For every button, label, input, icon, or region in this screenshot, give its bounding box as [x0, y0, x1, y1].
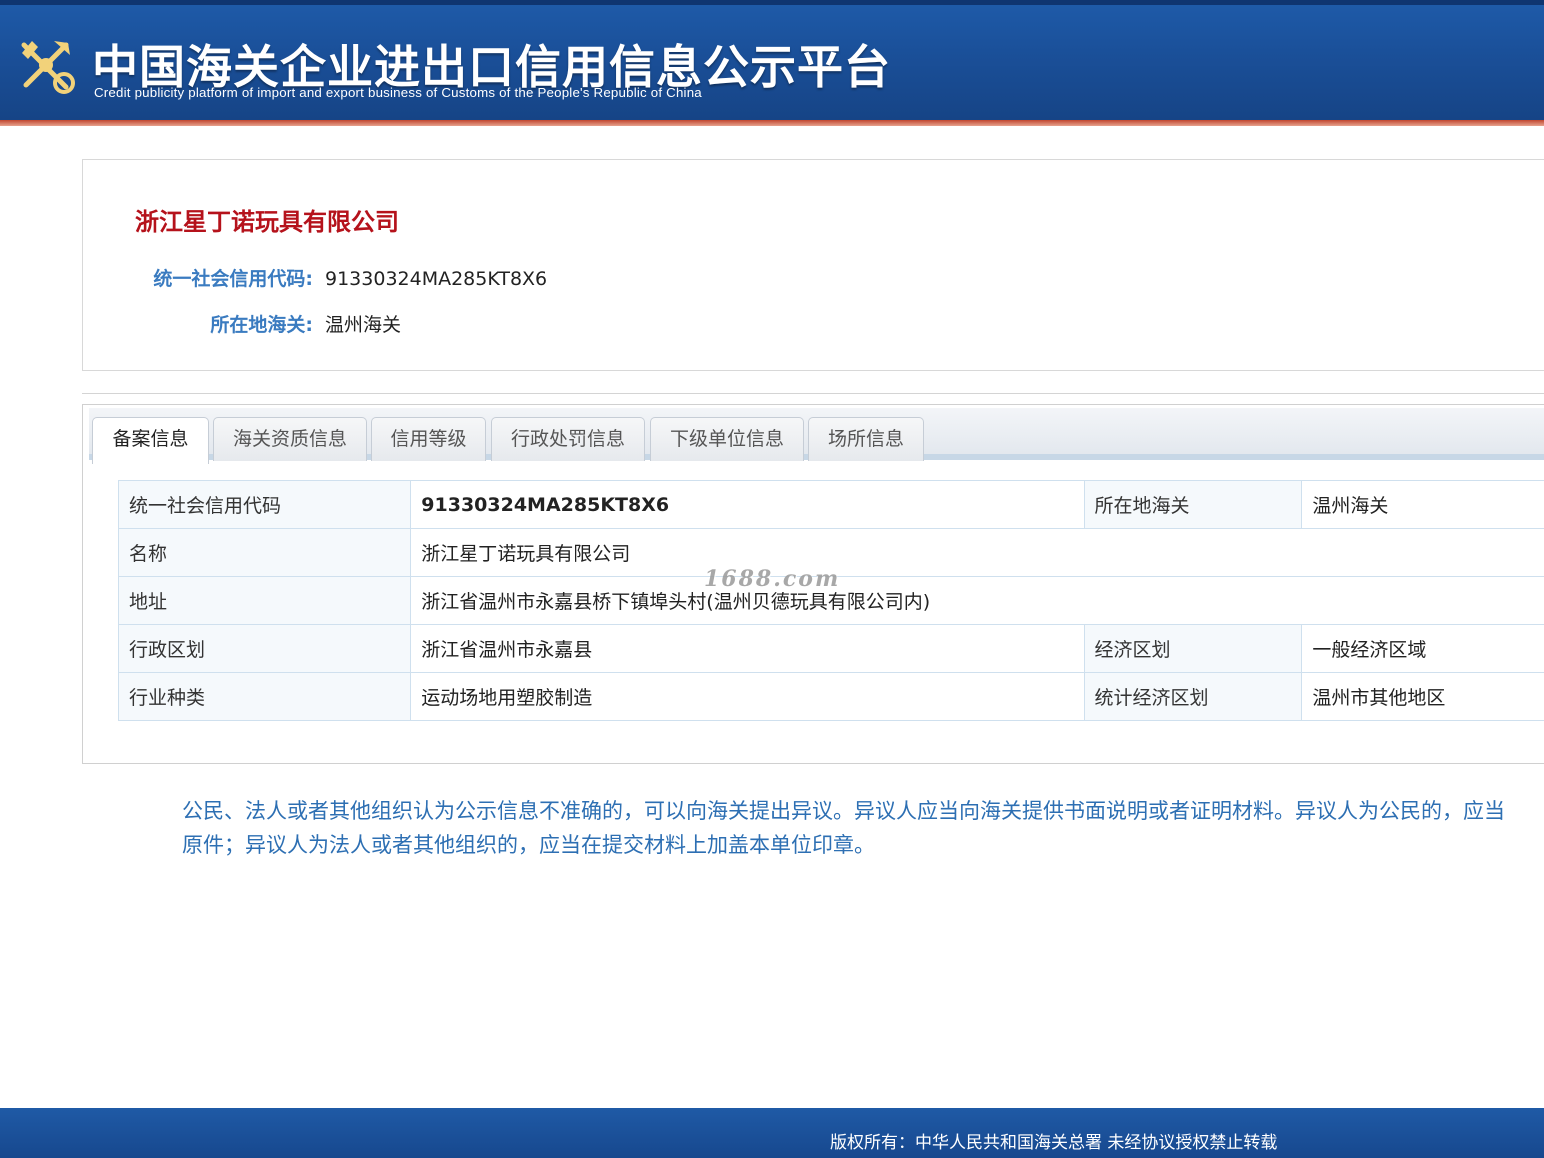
table-row: 行业种类 运动场地用塑胶制造 统计经济区划 温州市其他地区: [117, 672, 1544, 721]
section-divider: [82, 393, 1544, 394]
record-table: 统一社会信用代码 91330324MA285KT8X6 所在地海关 温州海关 名…: [117, 480, 1544, 721]
customs-row: 所在地海关: 温州海关: [113, 310, 401, 337]
industry-cell-label: 行业种类: [117, 672, 412, 721]
company-name: 浙江星丁诺玩具有限公司: [135, 208, 399, 236]
address-cell-label: 地址: [117, 576, 412, 625]
industry-cell-value: 运动场地用塑胶制造: [410, 672, 1085, 721]
table-row: 统一社会信用代码 91330324MA285KT8X6 所在地海关 温州海关: [117, 480, 1544, 529]
tab-site-info[interactable]: 场所信息: [808, 417, 924, 461]
objection-notice: 公民、法人或者其他组织认为公示信息不准确的，可以向海关提出异议。异议人应当向海关…: [182, 794, 1544, 862]
company-summary: 浙江星丁诺玩具有限公司 统一社会信用代码: 91330324MA285KT8X6 …: [82, 159, 1544, 371]
tab-admin-penalty[interactable]: 行政处罚信息: [491, 417, 645, 461]
econ-region-cell-value: 一般经济区域: [1301, 624, 1544, 673]
tab-customs-qualification[interactable]: 海关资质信息: [213, 417, 367, 461]
site-header: 中国海关企业进出口信用信息公示平台 Credit publicity platf…: [0, 0, 1544, 120]
customs-cell-label: 所在地海关: [1083, 480, 1303, 529]
header-accent-bar: [0, 120, 1544, 126]
copyright-text: 版权所有：中华人民共和国海关总署 未经协议授权禁止转载: [830, 1133, 1278, 1153]
stat-region-cell-value: 温州市其他地区: [1301, 672, 1544, 721]
credit-code-row: 统一社会信用代码: 91330324MA285KT8X6: [113, 264, 547, 291]
notice-line-1: 公民、法人或者其他组织认为公示信息不准确的，可以向海关提出异议。异议人应当向海关…: [182, 799, 1505, 823]
tab-bar: 备案信息 海关资质信息 信用等级 行政处罚信息 下级单位信息 场所信息: [89, 408, 1544, 464]
econ-region-cell-label: 经济区划: [1083, 624, 1303, 673]
credit-code-value: 91330324MA285KT8X6: [325, 268, 548, 290]
notice-line-2: 原件；异议人为法人或者其他组织的，应当在提交材料上加盖本单位印章。: [182, 833, 875, 857]
credit-code-label: 统一社会信用代码:: [153, 268, 313, 290]
table-row: 行政区划 浙江省温州市永嘉县 经济区划 一般经济区域: [117, 624, 1544, 673]
name-cell-value: 浙江星丁诺玩具有限公司: [410, 528, 1544, 577]
watermark: 1688.com: [704, 566, 841, 592]
credit-code-cell-value: 91330324MA285KT8X6: [410, 480, 1085, 529]
admin-region-cell-value: 浙江省温州市永嘉县: [410, 624, 1085, 673]
admin-region-cell-label: 行政区划: [117, 624, 412, 673]
credit-code-cell-label: 统一社会信用代码: [117, 480, 412, 529]
customs-value: 温州海关: [325, 314, 402, 336]
tab-subordinate-units[interactable]: 下级单位信息: [650, 417, 804, 461]
site-subtitle: Credit publicity platform of import and …: [94, 85, 702, 100]
address-cell-value: 浙江省温州市永嘉县桥下镇埠头村(温州贝德玩具有限公司内): [410, 576, 1544, 625]
tab-record-info[interactable]: 备案信息: [92, 417, 209, 464]
customs-cell-value: 温州海关: [1301, 480, 1544, 529]
site-footer: 版权所有：中华人民共和国海关总署 未经协议授权禁止转载: [0, 1108, 1544, 1158]
stat-region-cell-label: 统计经济区划: [1083, 672, 1303, 721]
tab-credit-level[interactable]: 信用等级: [371, 417, 486, 461]
customs-label: 所在地海关:: [210, 314, 313, 336]
customs-emblem-icon: [21, 41, 75, 94]
name-cell-label: 名称: [117, 528, 412, 577]
